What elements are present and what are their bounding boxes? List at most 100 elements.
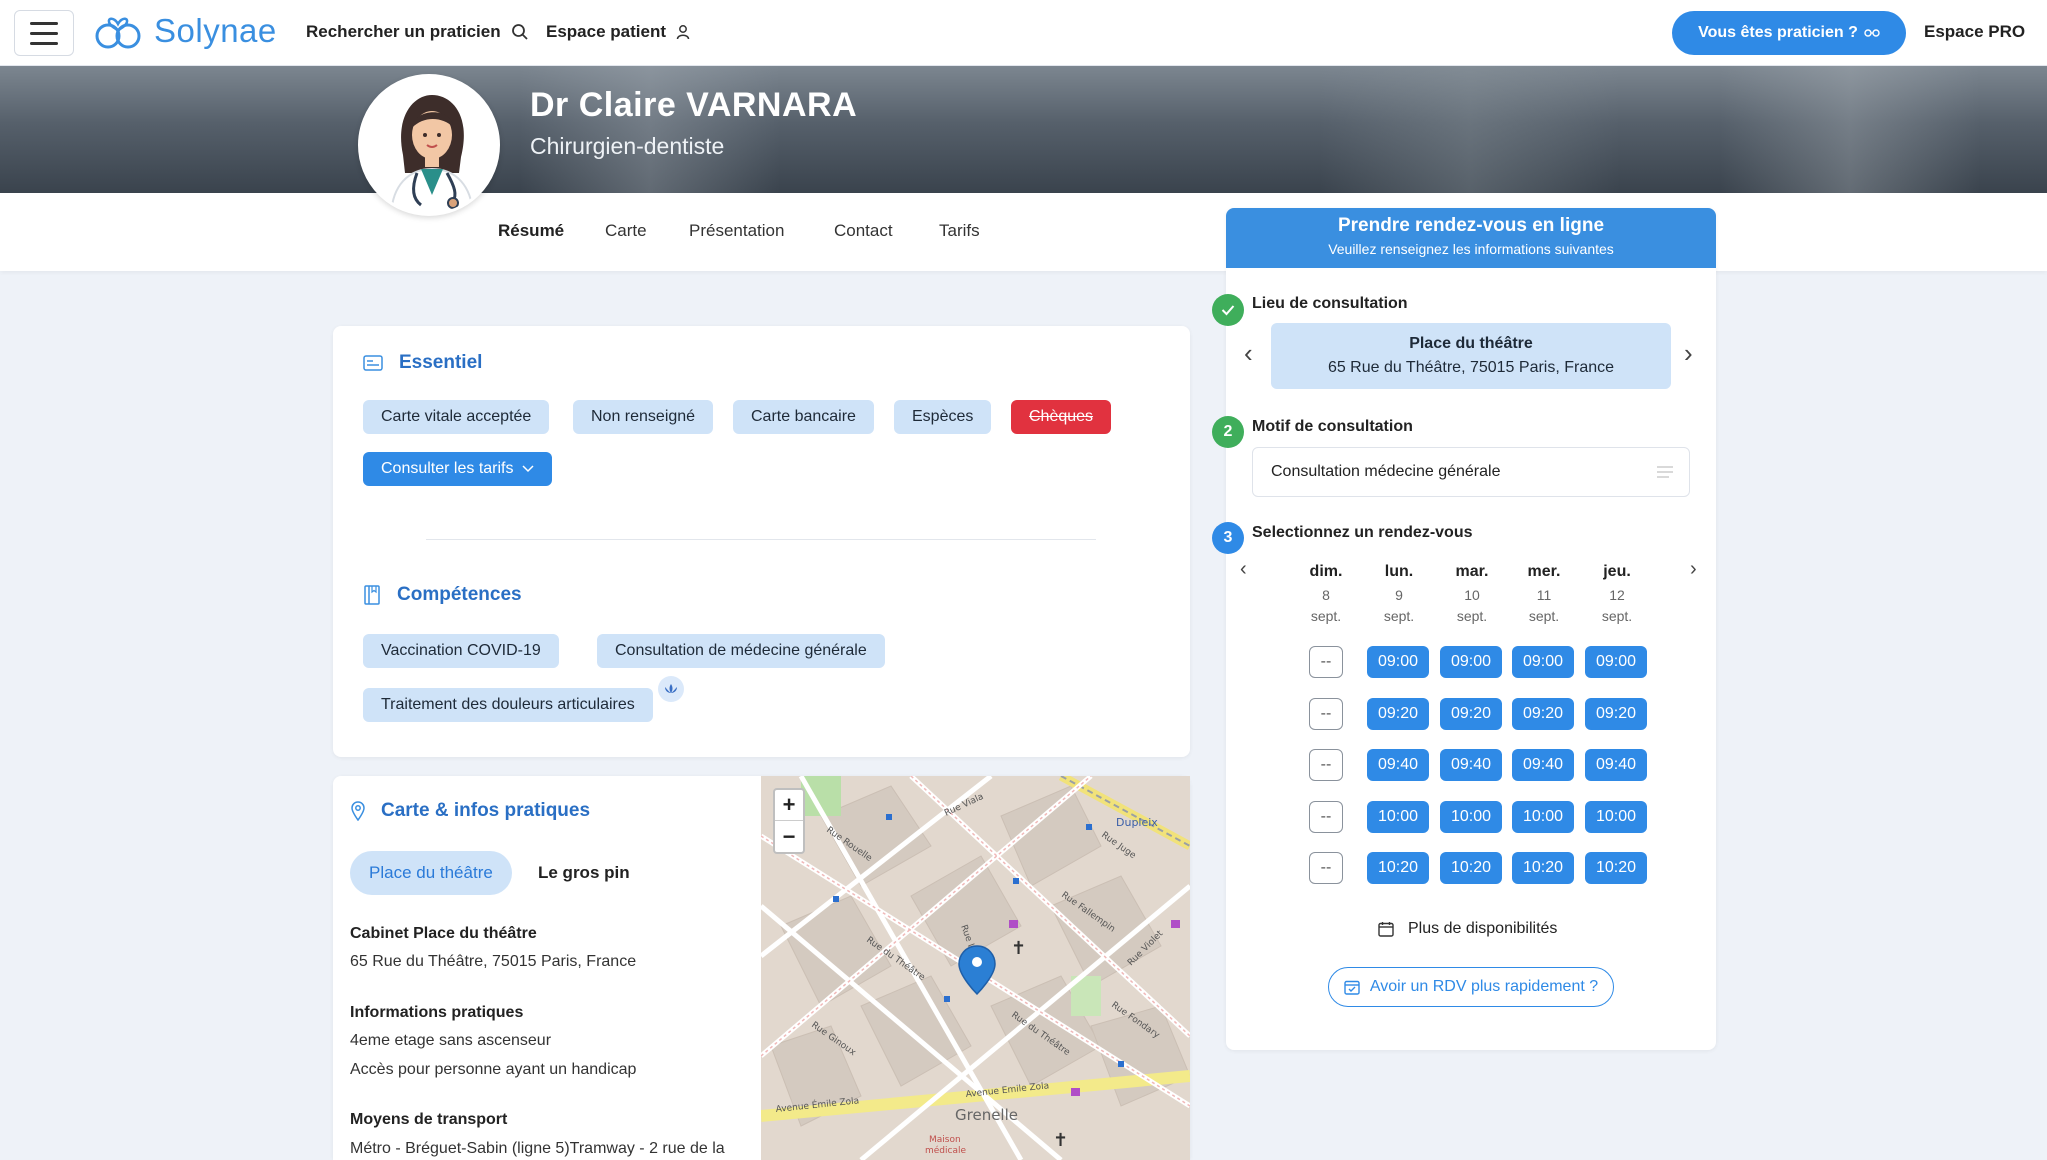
tab-tarifs[interactable]: Tarifs	[939, 221, 980, 241]
user-icon	[676, 25, 690, 40]
day-name: lun.	[1384, 563, 1414, 580]
day-column-header: mer. 11 sept.	[1514, 563, 1574, 624]
chip-cheques: Chèques	[1011, 400, 1112, 434]
time-slot-empty: --	[1309, 698, 1343, 730]
profile-tabs: Résumé Carte Présentation Contact Tarifs	[0, 193, 2047, 271]
more-availability-link[interactable]: Plus de disponibilités	[1378, 920, 1557, 938]
zoom-out-button[interactable]: −	[775, 821, 803, 852]
time-slot[interactable]: 09:40	[1440, 749, 1502, 781]
time-slot[interactable]: 09:20	[1585, 698, 1647, 730]
time-slot[interactable]: 09:00	[1512, 646, 1574, 678]
time-slot[interactable]: 10:00	[1512, 801, 1574, 833]
day-number: 12	[1609, 587, 1625, 603]
day-column-header: mar. 10 sept.	[1442, 563, 1502, 624]
church-icon: ✝	[1053, 1130, 1068, 1150]
carte-title-text: Carte & infos pratiques	[381, 800, 591, 821]
map-poi-label: médicale	[925, 1145, 966, 1156]
map-zoom-controls: + −	[773, 788, 805, 854]
chip-vaccination: Vaccination COVID-19	[363, 634, 559, 668]
step-3-label: Selectionnez un rendez-vous	[1252, 524, 1473, 541]
doctor-name: Dr Claire VARNARA	[530, 86, 858, 124]
motif-select[interactable]: Consultation médecine générale	[1252, 447, 1690, 497]
time-slot[interactable]: 10:20	[1585, 852, 1647, 884]
day-number: 10	[1464, 587, 1480, 603]
place-name: Place du théâtre	[1409, 335, 1533, 352]
step-3-badge: 3	[1212, 522, 1244, 554]
hamburger-menu-button[interactable]	[14, 10, 74, 56]
time-slot[interactable]: 10:20	[1440, 852, 1502, 884]
map-pin-icon	[351, 801, 365, 821]
list-icon	[1657, 466, 1673, 478]
profile-banner	[0, 66, 2047, 193]
map-district-label: Grenelle	[955, 1106, 1018, 1124]
chip-non-renseigne: Non renseigné	[573, 400, 714, 434]
patient-space-label: Espace patient	[546, 22, 666, 41]
calendar-icon	[1378, 922, 1394, 937]
faster-appointment-button[interactable]: Avoir un RDV plus rapidement ?	[1328, 967, 1614, 1007]
time-slot[interactable]: 09:40	[1512, 749, 1574, 781]
time-slot[interactable]: 10:00	[1440, 801, 1502, 833]
step-1-check-badge	[1212, 294, 1244, 326]
practitioner-cta-button[interactable]: Vous êtes praticien ?	[1672, 11, 1906, 55]
booking-panel: Prendre rendez-vous en ligne Veuillez re…	[1212, 208, 1716, 1050]
day-month: sept.	[1456, 608, 1488, 624]
days-next-chevron-icon[interactable]: ›	[1690, 558, 1697, 581]
time-slot[interactable]: 09:00	[1585, 646, 1647, 678]
pro-space-link[interactable]: Espace PRO	[1924, 22, 2025, 42]
day-month: sept.	[1601, 608, 1633, 624]
logo[interactable]: Solynae	[92, 10, 277, 52]
day-name: mer.	[1527, 563, 1561, 580]
tab-resume[interactable]: Résumé	[498, 221, 564, 241]
search-icon	[511, 24, 528, 40]
infos-title: Informations pratiques	[350, 1004, 524, 1021]
tab-contact[interactable]: Contact	[834, 221, 893, 241]
top-navigation: Solynae Rechercher un praticien Espace p…	[0, 0, 2047, 66]
time-slot[interactable]: 09:00	[1367, 646, 1429, 678]
selected-place[interactable]: Place du théâtre 65 Rue du Théâtre, 7501…	[1271, 323, 1671, 389]
chip-carte-vitale: Carte vitale acceptée	[363, 400, 550, 434]
section-divider	[426, 539, 1096, 540]
day-month: sept.	[1528, 608, 1560, 624]
competences-title: Compétences	[363, 584, 522, 606]
time-slot[interactable]: 10:00	[1585, 801, 1647, 833]
search-practitioner-link[interactable]: Rechercher un praticien	[306, 22, 529, 42]
time-slot[interactable]: 09:00	[1440, 646, 1502, 678]
place-next-chevron-icon[interactable]: ›	[1684, 338, 1693, 369]
time-slot[interactable]: 10:20	[1367, 852, 1429, 884]
chip-especes: Espèces	[894, 400, 992, 434]
logo-text: Solynae	[154, 12, 277, 49]
time-slot[interactable]: 09:20	[1440, 698, 1502, 730]
step-2-label: Motif de consultation	[1252, 418, 1413, 435]
time-slot[interactable]: 09:20	[1367, 698, 1429, 730]
days-prev-chevron-icon[interactable]: ‹	[1240, 558, 1247, 581]
step-2-badge: 2	[1212, 416, 1244, 448]
map-metro-label: Dupleix	[1116, 816, 1158, 829]
more-availability-label: Plus de disponibilités	[1408, 920, 1558, 937]
day-name: dim.	[1309, 563, 1343, 580]
time-slot[interactable]: 10:20	[1512, 852, 1574, 884]
day-column-header: lun. 9 sept.	[1369, 563, 1429, 624]
patient-space-link[interactable]: Espace patient	[546, 22, 690, 42]
essentiel-title-text: Essentiel	[399, 352, 483, 373]
location-map[interactable]: Rue Viala Rue Rouelle Rue du Théâtre Rue…	[761, 776, 1190, 1160]
essentiel-card: Essentiel Carte vitale acceptée Non rens…	[333, 326, 1190, 757]
time-slot[interactable]: 10:00	[1367, 801, 1429, 833]
consult-tarifs-label: Consulter les tarifs	[381, 460, 514, 477]
place-tab-gros-pin[interactable]: Le gros pin	[519, 851, 649, 895]
day-number: 8	[1322, 587, 1330, 603]
essentiel-title: Essentiel	[363, 352, 482, 374]
time-slot[interactable]: 09:20	[1512, 698, 1574, 730]
chip-consultation: Consultation de médecine générale	[597, 634, 885, 668]
search-practitioner-label: Rechercher un praticien	[306, 22, 501, 41]
zoom-in-button[interactable]: +	[775, 790, 803, 821]
time-slot[interactable]: 09:40	[1585, 749, 1647, 781]
tab-presentation[interactable]: Présentation	[689, 221, 784, 241]
banner-decoration	[1320, 66, 1620, 193]
place-tab-theatre[interactable]: Place du théâtre	[350, 851, 512, 895]
place-prev-chevron-icon[interactable]: ‹	[1244, 338, 1253, 369]
day-column-header: dim. 8 sept.	[1296, 563, 1356, 624]
time-slot[interactable]: 09:40	[1367, 749, 1429, 781]
tab-carte[interactable]: Carte	[605, 221, 647, 241]
time-slot-empty: --	[1309, 801, 1343, 833]
consult-tarifs-button[interactable]: Consulter les tarifs	[363, 452, 552, 486]
